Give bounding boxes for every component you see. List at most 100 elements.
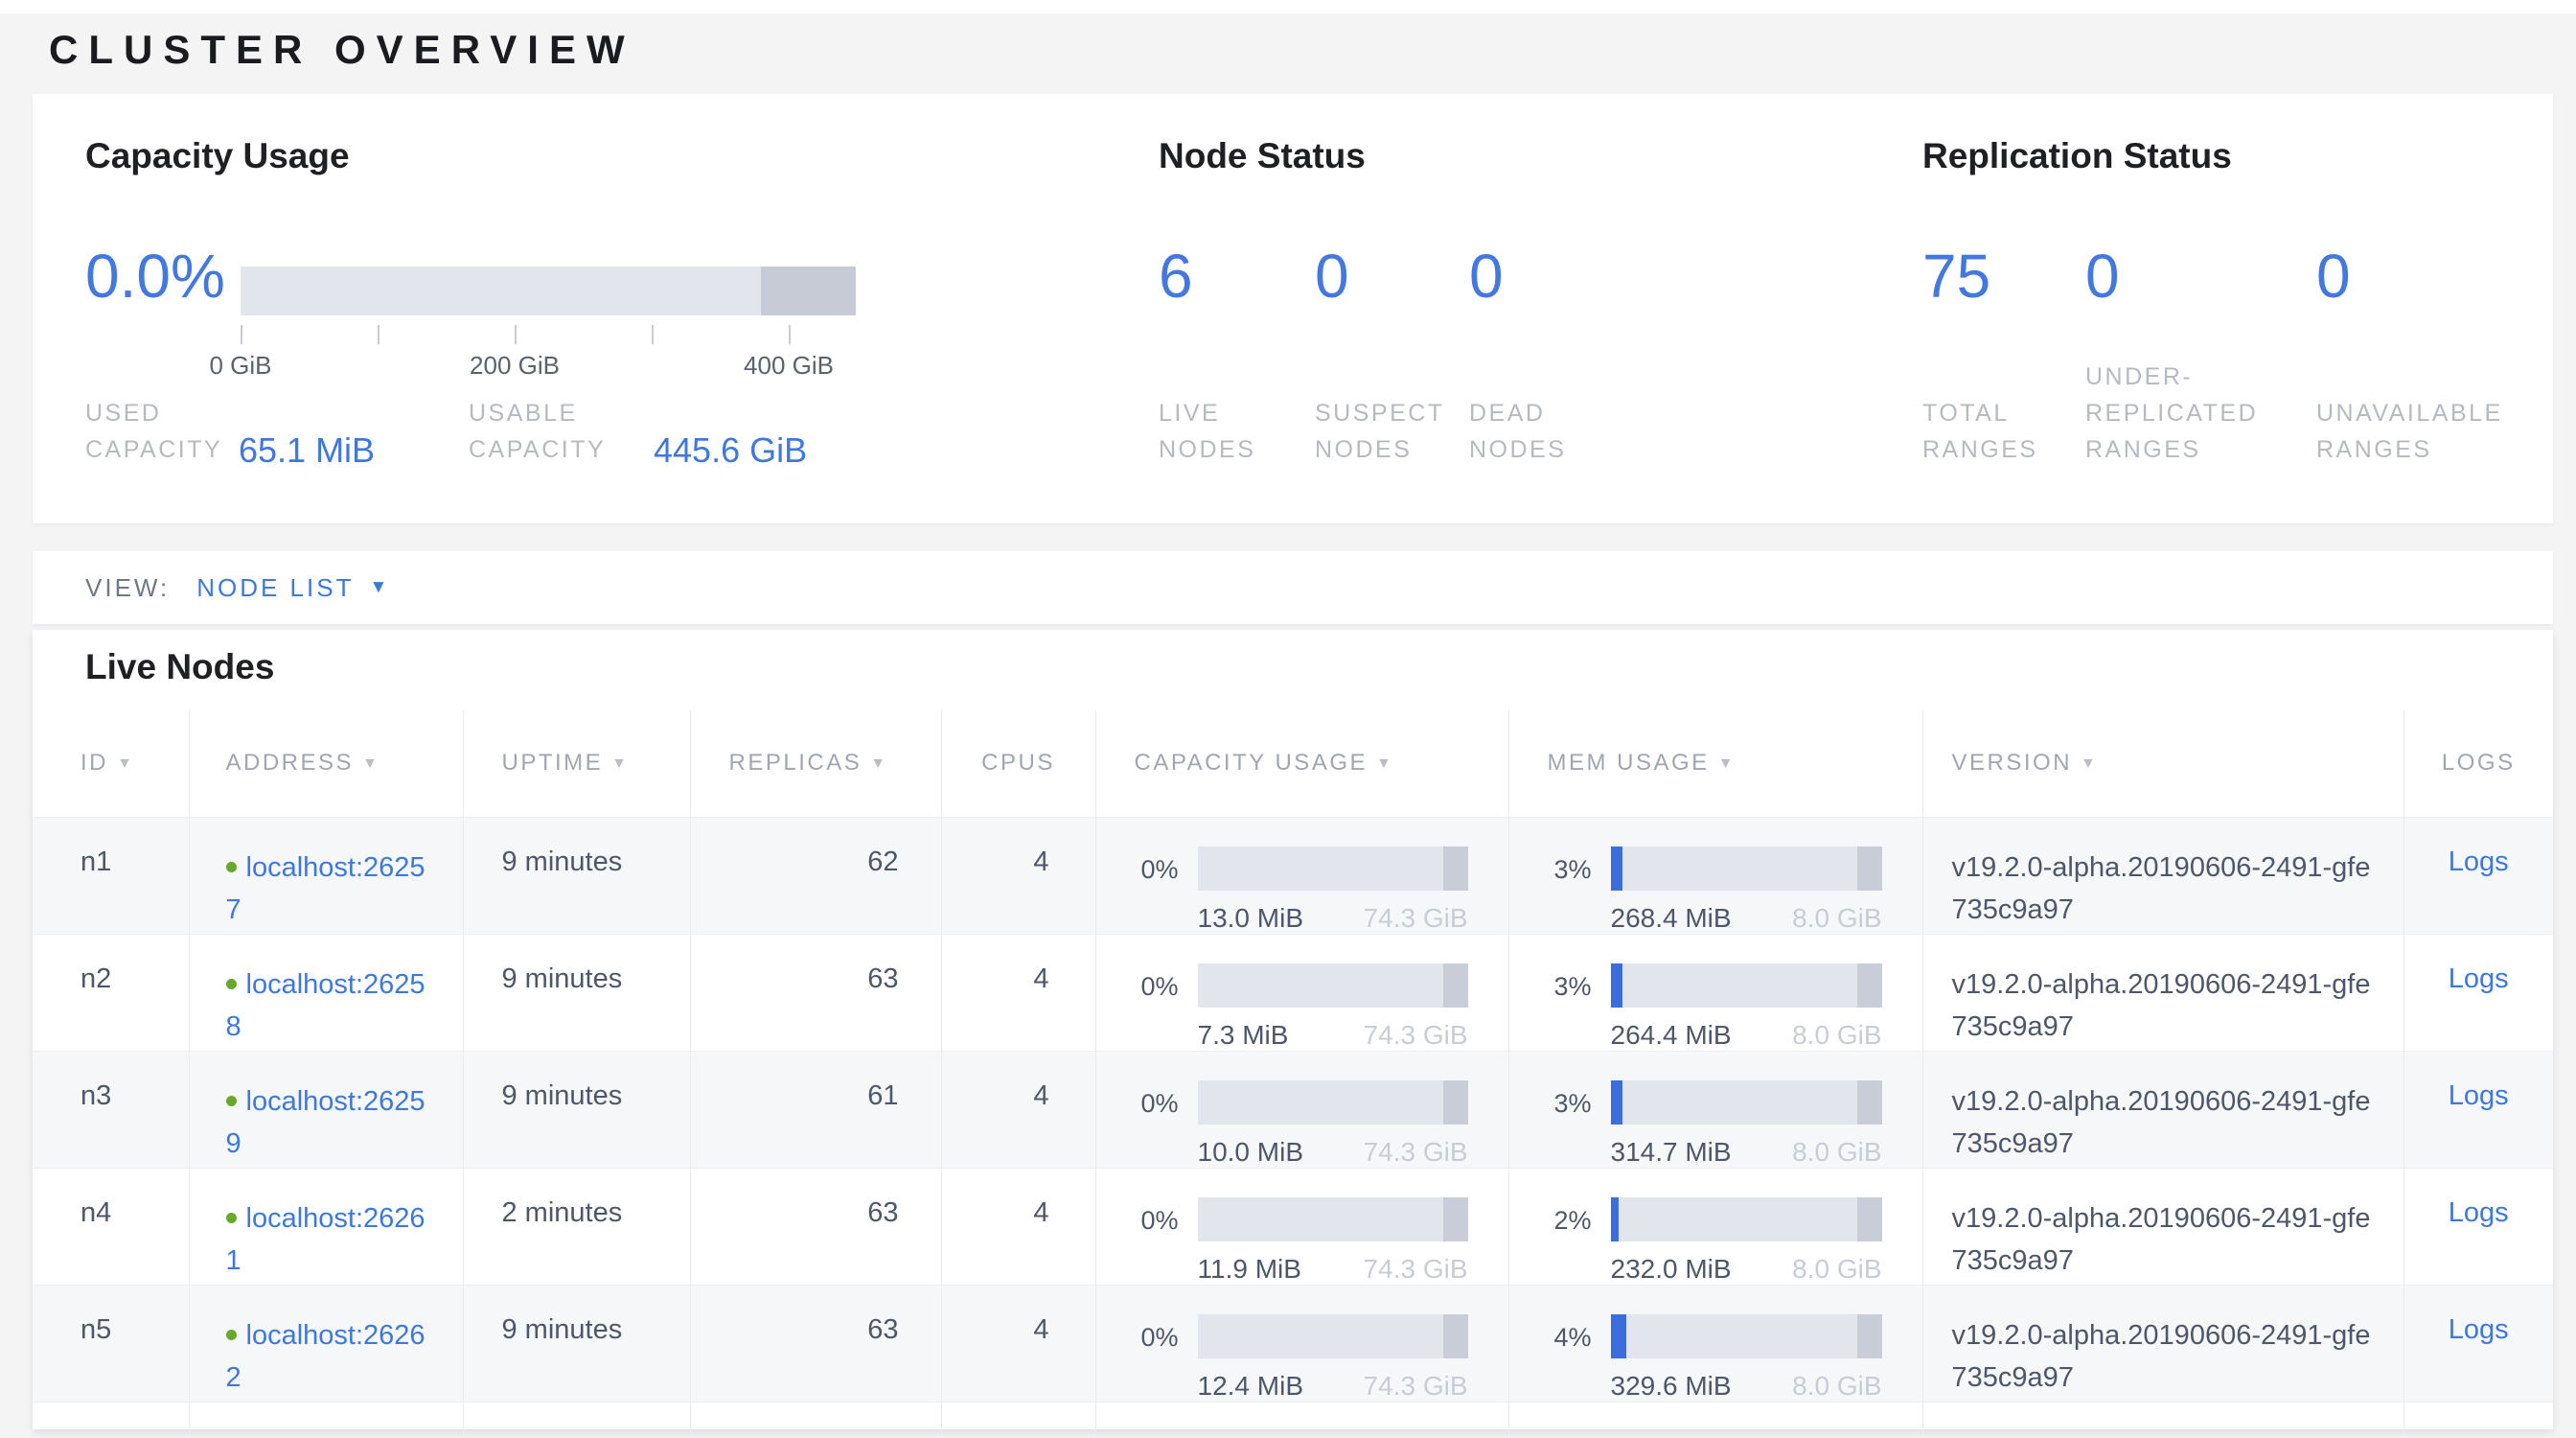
usable-capacity-value: 445.6 GiB	[654, 430, 807, 471]
capacity-percent-label: 0%	[1135, 1314, 1179, 1402]
column-header-uptime[interactable]: UPTIME▼	[463, 710, 690, 817]
node-id-cell: n1	[33, 817, 189, 934]
node-address-link[interactable]: localhost:26257	[226, 852, 426, 925]
logs-link[interactable]: Logs	[2449, 847, 2509, 877]
suspect-nodes-count: 0	[1315, 245, 1349, 307]
column-header-address[interactable]: ADDRESS▼	[189, 710, 463, 817]
node-capacity-cell: 0% 13.0 MiB 74.3 GiB	[1095, 817, 1508, 934]
live-nodes-title: Live Nodes	[85, 647, 274, 687]
node-logs-cell: Logs	[2404, 817, 2553, 934]
view-selector-dropdown[interactable]: NODE LIST ▼	[196, 573, 387, 603]
node-address-link[interactable]: localhost:26261	[226, 1203, 426, 1276]
table-row: n4 localhost:26261 2 minutes 63 4 0% 11.…	[33, 1168, 2553, 1285]
mem-used-value: 264.4 MiB	[1611, 1020, 1732, 1051]
sort-desc-icon: ▼	[611, 755, 629, 772]
node-mem-cell: 3% 314.7 MiB 8.0 GiB	[1508, 1051, 1922, 1168]
capacity-bar-reserved-segment	[1443, 963, 1467, 1008]
node-replicas-cell: 63	[690, 1168, 941, 1285]
table-row: n3 localhost:26259 9 minutes 61 4 0% 10.…	[33, 1051, 2553, 1168]
column-header-replicas[interactable]: REPLICAS▼	[690, 710, 941, 817]
node-replicas-cell: 63	[690, 1285, 941, 1402]
node-cpus-cell: 4	[941, 1051, 1095, 1168]
column-header-cpus: CPUS	[941, 710, 1095, 817]
node-version-cell: v19.2.0-alpha.20190606-2491-gfe735c9a97	[1922, 817, 2404, 934]
capacity-used-value: 13.0 MiB	[1198, 903, 1304, 934]
mem-usage-bar	[1611, 963, 1882, 1008]
page-title: CLUSTER OVERVIEW	[49, 27, 635, 73]
node-replicas-cell: 62	[690, 817, 941, 934]
tick-label-200: 200 GiB	[470, 351, 560, 381]
mem-bar-fill	[1611, 1197, 1619, 1241]
table-row: n2 localhost:26258 9 minutes 63 4 0% 7.3…	[33, 934, 2553, 1051]
capacity-usage-bar	[1198, 963, 1468, 1008]
mem-bar-reserved-segment	[1857, 847, 1881, 891]
capacity-bar-reserved-segment	[1443, 847, 1467, 891]
capacity-bar	[241, 267, 856, 315]
node-cpus-cell: 4	[941, 934, 1095, 1051]
total-ranges-label: TOTAL RANGES	[1922, 395, 2066, 468]
logs-link[interactable]: Logs	[2449, 1314, 2509, 1345]
node-address-link[interactable]: localhost:26262	[226, 1320, 426, 1393]
mem-used-value: 314.7 MiB	[1611, 1137, 1732, 1168]
node-uptime-cell: 9 minutes	[463, 1051, 690, 1168]
node-id-cell: n4	[33, 1168, 189, 1285]
node-live-status-icon	[226, 1213, 237, 1223]
node-live-status-icon	[226, 979, 237, 989]
node-logs-cell: Logs	[2404, 1051, 2553, 1168]
node-status-heading: Node Status	[1159, 136, 1366, 176]
column-header-id[interactable]: ID▼	[33, 710, 189, 817]
node-id-cell: n3	[33, 1051, 189, 1168]
capacity-percent-label: 0%	[1135, 1080, 1179, 1168]
capacity-total-value: 74.3 GiB	[1364, 1371, 1468, 1402]
capacity-percent: 0.0%	[85, 245, 225, 307]
sort-desc-icon: ▼	[1376, 755, 1393, 772]
capacity-used-value: 7.3 MiB	[1198, 1020, 1289, 1051]
capacity-total-value: 74.3 GiB	[1364, 1137, 1468, 1168]
mem-used-value: 329.6 MiB	[1611, 1371, 1732, 1402]
mem-bar-fill	[1611, 963, 1622, 1008]
tick-label-0: 0 GiB	[209, 351, 271, 381]
mem-percent-label: 2%	[1548, 1197, 1592, 1285]
node-capacity-cell: 0% 11.9 MiB 74.3 GiB	[1095, 1168, 1508, 1285]
logs-link[interactable]: Logs	[2449, 1080, 2509, 1111]
node-live-status-icon	[226, 862, 237, 872]
logs-link[interactable]: Logs	[2449, 1197, 2509, 1228]
node-capacity-cell: 0% 12.4 MiB 74.3 GiB	[1095, 1285, 1508, 1402]
mem-usage-bar	[1611, 847, 1882, 891]
top-strip	[0, 0, 2576, 13]
logs-link[interactable]: Logs	[2449, 963, 2509, 994]
mem-percent-label: 3%	[1548, 963, 1592, 1051]
capacity-total-value: 74.3 GiB	[1364, 1020, 1468, 1051]
capacity-axis-ticks	[241, 325, 856, 344]
mem-bar-reserved-segment	[1857, 1080, 1881, 1125]
unavailable-label: UNAVAILABLE RANGES	[2316, 395, 2546, 468]
usable-capacity-label: USABLE CAPACITY	[469, 395, 654, 468]
node-version-text: v19.2.0-alpha.20190606-2491-gfe735c9a97	[1952, 963, 2376, 1048]
usable-capacity-stat: USABLE CAPACITY 445.6 GiB	[469, 395, 807, 468]
mem-used-value: 268.4 MiB	[1611, 903, 1732, 934]
node-address-cell: localhost:26259	[189, 1051, 463, 1168]
total-ranges-count: 75	[1922, 245, 1990, 307]
node-mem-cell: 3% 264.4 MiB 8.0 GiB	[1508, 934, 1922, 1051]
capacity-usage-bar	[1198, 847, 1468, 891]
tick-label-400: 400 GiB	[744, 351, 834, 381]
capacity-used-value: 10.0 MiB	[1198, 1137, 1304, 1168]
capacity-bar-reserved-segment	[1443, 1314, 1467, 1358]
node-address-link[interactable]: localhost:26258	[226, 969, 426, 1042]
node-cpus-cell: 4	[941, 817, 1095, 934]
capacity-usage-heading: Capacity Usage	[85, 136, 350, 176]
node-mem-cell: 3% 268.4 MiB 8.0 GiB	[1508, 817, 1922, 934]
mem-bar-fill	[1611, 847, 1622, 891]
mem-total-value: 8.0 GiB	[1792, 1020, 1881, 1051]
column-header-mem-usage[interactable]: MEM USAGE▼	[1508, 710, 1922, 817]
column-header-version[interactable]: VERSION▼	[1922, 710, 2404, 817]
node-address-link[interactable]: localhost:26259	[226, 1086, 426, 1159]
node-version-cell: v19.2.0-alpha.20190606-2491-gfe735c9a97	[1922, 934, 2404, 1051]
capacity-percent-label: 0%	[1135, 963, 1179, 1051]
live-nodes-table: ID▼ADDRESS▼UPTIME▼REPLICAS▼CPUSCAPACITY …	[33, 710, 2553, 1437]
mem-total-value: 8.0 GiB	[1792, 1254, 1881, 1285]
column-header-capacity-usage[interactable]: CAPACITY USAGE▼	[1095, 710, 1508, 817]
capacity-axis-labels: 0 GiB 200 GiB 400 GiB	[241, 351, 856, 383]
partial-row	[33, 1402, 2553, 1437]
node-uptime-cell: 9 minutes	[463, 1285, 690, 1402]
